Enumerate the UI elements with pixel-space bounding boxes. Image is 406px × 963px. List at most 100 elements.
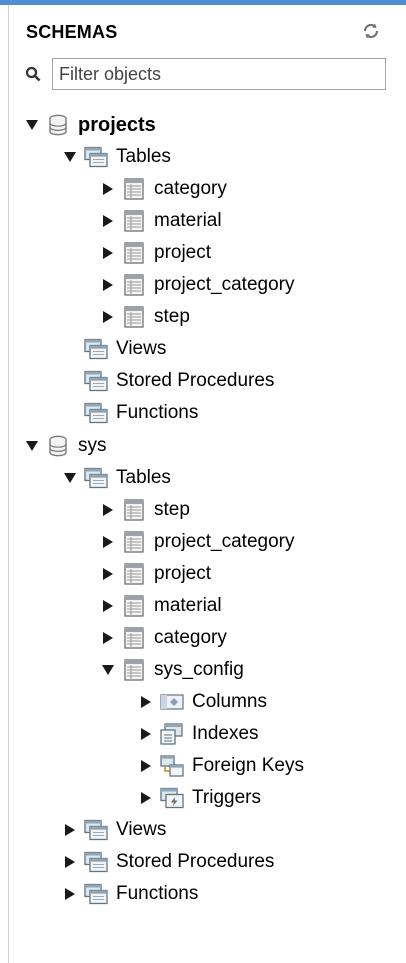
expand-arrow-icon[interactable] (62, 822, 78, 838)
table-icon (122, 177, 146, 201)
expand-arrow-icon[interactable] (100, 566, 116, 582)
table-icon (122, 498, 146, 522)
table-node-project[interactable]: project (100, 559, 211, 589)
table-icon (122, 305, 146, 329)
procedures-folder-node[interactable]: Stored Procedures (62, 847, 274, 877)
views-folder-node[interactable]: Views (62, 815, 166, 845)
tree-node-label: Views (116, 819, 167, 841)
tree-node-label: project (154, 242, 212, 264)
tree-node-label: Functions (116, 883, 199, 905)
table-node-category[interactable]: category (100, 623, 227, 653)
tables-folder-icon (84, 145, 108, 169)
expand-arrow-icon[interactable] (100, 309, 116, 325)
filter-objects-input[interactable] (52, 58, 386, 90)
schema-node-sys[interactable]: sys (24, 431, 107, 461)
collapse-arrow-icon[interactable] (24, 117, 40, 133)
collapse-arrow-icon[interactable] (24, 438, 40, 454)
schemas-header: SCHEMAS (20, 20, 390, 46)
table-node-step[interactable]: step (100, 302, 190, 332)
table-icon (122, 241, 146, 265)
table-child-node[interactable]: Triggers (138, 783, 261, 813)
table-icon (122, 562, 146, 586)
filter-row (20, 58, 394, 92)
functions-folder-node[interactable]: Functions (62, 879, 198, 909)
table-icon (122, 626, 146, 650)
refresh-icon[interactable] (362, 22, 380, 40)
tables-folder-node[interactable]: Tables (62, 142, 171, 172)
indexes-folder-icon (160, 722, 184, 746)
tree-node-label: project_category (154, 530, 295, 552)
expand-arrow-icon[interactable] (62, 854, 78, 870)
expand-arrow-icon[interactable] (100, 598, 116, 614)
views-folder-icon (84, 818, 108, 842)
tree-node-label: Stored Procedures (116, 370, 275, 392)
table-icon (122, 209, 146, 233)
tree-node-label: project_category (154, 274, 295, 296)
views-folder-icon (84, 337, 108, 361)
database-icon (46, 113, 70, 137)
expand-arrow-icon[interactable] (100, 181, 116, 197)
schemas-title: SCHEMAS (26, 22, 118, 42)
expand-arrow-icon[interactable] (138, 758, 154, 774)
expand-arrow-icon[interactable] (100, 534, 116, 550)
table-child-node[interactable]: Foreign Keys (138, 751, 304, 781)
tree-node-label: Views (116, 338, 167, 360)
procedures-folder-icon (84, 369, 108, 393)
functions-folder-node[interactable]: Functions (62, 398, 198, 428)
expand-arrow-icon[interactable] (138, 726, 154, 742)
functions-folder-icon (84, 882, 108, 906)
panel-top-accent (0, 0, 406, 5)
table-icon (122, 594, 146, 618)
table-icon (122, 273, 146, 297)
tree-node-label: material (154, 594, 222, 616)
tree-node-label: projects (78, 114, 156, 136)
table-child-node[interactable]: Indexes (138, 719, 259, 749)
table-node-material[interactable]: material (100, 591, 222, 621)
expand-arrow-icon[interactable] (100, 245, 116, 261)
tree-node-label: sys (78, 434, 107, 456)
table-node-step[interactable]: step (100, 495, 190, 525)
expand-arrow-icon[interactable] (62, 886, 78, 902)
collapse-arrow-icon[interactable] (62, 149, 78, 165)
tree-node-label: step (154, 306, 190, 328)
table-icon (122, 658, 146, 682)
expand-arrow-icon[interactable] (100, 277, 116, 293)
tree-node-label: category (154, 626, 227, 648)
expand-arrow-icon[interactable] (138, 694, 154, 710)
table-icon (122, 530, 146, 554)
table-node-project_category[interactable]: project_category (100, 527, 294, 557)
panel-divider (8, 5, 9, 963)
expand-arrow-icon[interactable] (100, 630, 116, 646)
functions-folder-icon (84, 401, 108, 425)
table-node-sys_config[interactable]: sys_config (100, 655, 244, 685)
table-node-project[interactable]: project (100, 238, 211, 268)
tree-node-label: Stored Procedures (116, 851, 275, 873)
collapse-arrow-icon[interactable] (100, 662, 116, 678)
tree-node-label: category (154, 178, 227, 200)
table-node-project_category[interactable]: project_category (100, 270, 294, 300)
table-node-material[interactable]: material (100, 206, 222, 236)
expand-arrow-icon[interactable] (100, 502, 116, 518)
table-child-node[interactable]: Columns (138, 687, 267, 717)
tree-node-label: material (154, 210, 222, 232)
views-folder-node[interactable]: Views (62, 334, 166, 364)
procedures-folder-node[interactable]: Stored Procedures (62, 366, 274, 396)
tree-node-label: sys_config (154, 658, 244, 680)
procedures-folder-icon (84, 850, 108, 874)
expand-arrow-icon[interactable] (100, 213, 116, 229)
search-icon (25, 66, 41, 82)
columns-folder-icon (160, 690, 184, 714)
table-node-category[interactable]: category (100, 174, 227, 204)
schema-node-projects[interactable]: projects (24, 110, 156, 140)
collapse-arrow-icon[interactable] (62, 470, 78, 486)
tree-node-label: Tables (116, 466, 171, 488)
foreign-keys-folder-icon (160, 754, 184, 778)
tables-folder-icon (84, 466, 108, 490)
tree-node-label: Tables (116, 146, 171, 168)
database-icon (46, 434, 70, 458)
tree-node-label: Columns (192, 690, 267, 712)
expand-arrow-icon[interactable] (138, 790, 154, 806)
triggers-folder-icon (160, 786, 184, 810)
tree-node-label: Indexes (192, 722, 259, 744)
tables-folder-node[interactable]: Tables (62, 463, 171, 493)
